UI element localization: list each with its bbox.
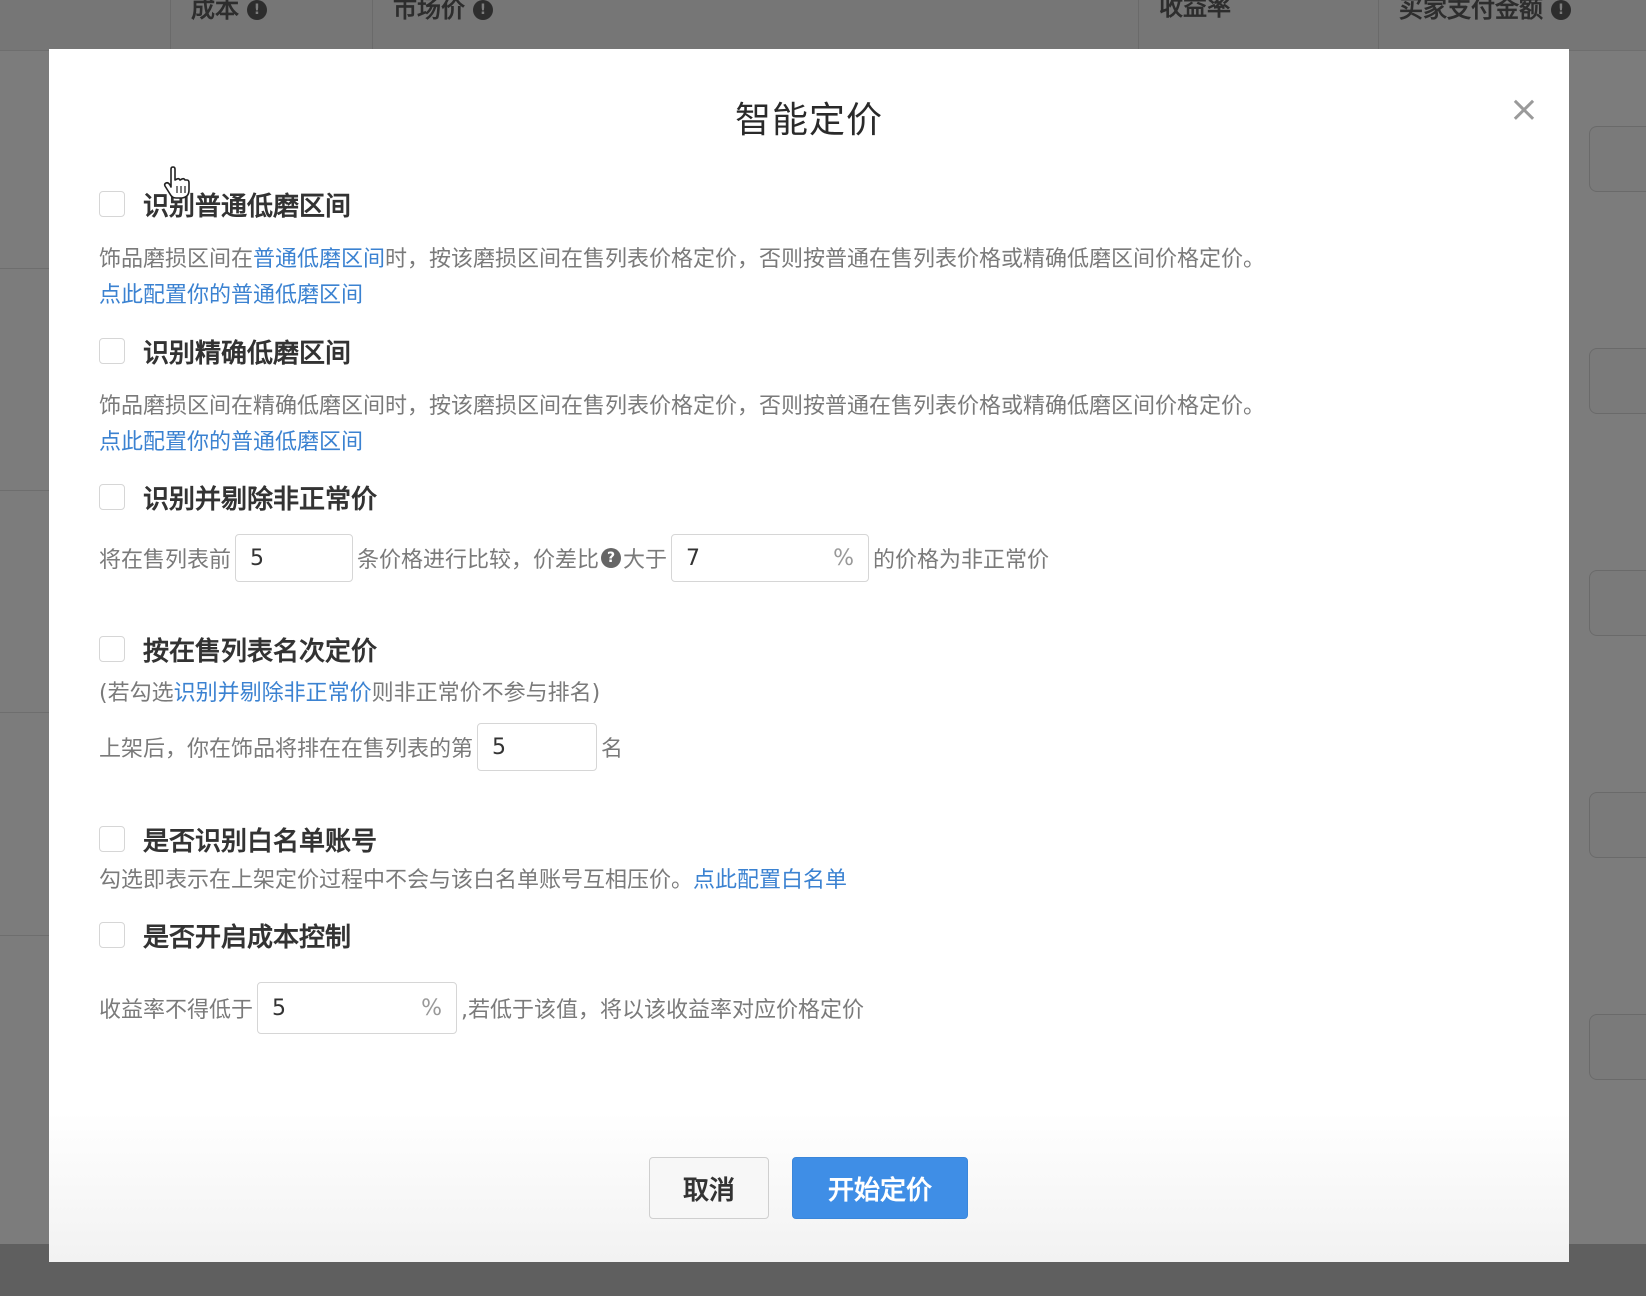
smart-pricing-dialog: 智能定价 × 识别普通低磨区间 饰品磨损区间在普通低磨区间时，按该磨损区间在售列… bbox=[49, 49, 1569, 1262]
checkbox-whitelist[interactable] bbox=[99, 826, 125, 852]
checkbox-cost-control[interactable] bbox=[99, 922, 125, 948]
option-rank-pricing[interactable]: 按在售列表名次定价 bbox=[99, 629, 377, 669]
option-label: 识别并剔除非正常价 bbox=[143, 484, 378, 515]
info-icon: ! bbox=[1551, 0, 1571, 20]
bg-column-buyer-pay: 买家支付金额! bbox=[1378, 0, 1646, 50]
rank-input[interactable]: 5 bbox=[477, 723, 598, 771]
bg-divider bbox=[0, 268, 50, 269]
option-label: 按在售列表名次定价 bbox=[143, 636, 378, 667]
option-abnormal-price[interactable]: 识别并剔除非正常价 bbox=[99, 477, 377, 517]
option-label: 识别精确低磨区间 bbox=[143, 338, 352, 369]
config-precise-low-wear-link[interactable]: 点此配置你的普通低磨区间 bbox=[99, 425, 363, 461]
price-diff-percent-input[interactable]: 7 % bbox=[671, 534, 870, 582]
rank-pricing-settings: 上架后，你在饰品将排在在售列表的第 5 名 bbox=[99, 723, 623, 771]
checkbox-abnormal-price[interactable] bbox=[99, 484, 125, 510]
help-icon[interactable]: ? bbox=[601, 548, 622, 568]
close-icon[interactable]: × bbox=[1507, 92, 1541, 129]
bg-input-box bbox=[1589, 348, 1646, 414]
min-yield-input[interactable]: 5 % bbox=[257, 982, 458, 1034]
abnormal-price-link[interactable]: 识别并剔除非正常价 bbox=[174, 681, 372, 706]
info-icon: ! bbox=[473, 0, 493, 20]
option-label: 是否识别白名单账号 bbox=[143, 826, 378, 857]
checkbox-precise-low-wear[interactable] bbox=[99, 338, 125, 364]
bg-divider bbox=[0, 490, 50, 491]
bg-divider bbox=[0, 712, 50, 713]
abnormal-price-settings: 将在售列表前 5 条价格进行比较，价差比 ? 大于 7 % 的价格为非正常价 bbox=[99, 534, 1049, 582]
bg-column-market-price: 市场价! bbox=[372, 0, 1138, 50]
compare-count-input[interactable]: 5 bbox=[235, 534, 354, 582]
config-whitelist-link[interactable]: 点此配置白名单 bbox=[693, 868, 847, 893]
option-label: 是否开启成本控制 bbox=[143, 922, 352, 953]
option-normal-low-wear[interactable]: 识别普通低磨区间 bbox=[99, 184, 351, 224]
rank-pricing-note: (若勾选识别并剔除非正常价则非正常价不参与排名) bbox=[99, 681, 601, 706]
bg-column-yield: 收益率 bbox=[1138, 0, 1378, 50]
bg-input-box bbox=[1589, 570, 1646, 636]
bg-column-cost: 成本! bbox=[170, 0, 370, 50]
start-pricing-button[interactable]: 开始定价 bbox=[792, 1157, 968, 1219]
option-precise-low-wear[interactable]: 识别精确低磨区间 bbox=[99, 331, 351, 371]
percent-suffix: % bbox=[833, 545, 855, 571]
cost-control-settings: 收益率不得低于 5 % ,若低于该值，将以该收益率对应价格定价 bbox=[99, 982, 864, 1034]
checkbox-rank-pricing[interactable] bbox=[99, 636, 125, 662]
option-whitelist[interactable]: 是否识别白名单账号 bbox=[99, 819, 377, 859]
option-cost-control[interactable]: 是否开启成本控制 bbox=[99, 915, 351, 955]
background-table-header: 成本! 市场价! 收益率 买家支付金额! bbox=[0, 0, 1646, 51]
bg-input-box bbox=[1589, 126, 1646, 192]
normal-low-wear-link[interactable]: 普通低磨区间 bbox=[253, 247, 385, 272]
hand-cursor-icon bbox=[163, 166, 190, 199]
info-icon: ! bbox=[247, 0, 267, 20]
bg-input-box bbox=[1589, 1014, 1646, 1080]
bg-input-box bbox=[1589, 792, 1646, 858]
bg-divider bbox=[0, 935, 50, 936]
option-description: 饰品磨损区间在普通低磨区间时，按该磨损区间在售列表价格定价，否则按普通在售列表价… bbox=[99, 247, 1266, 272]
dialog-title: 智能定价 bbox=[734, 100, 883, 141]
option-description: 饰品磨损区间在精确低磨区间时，按该磨损区间在售列表价格定价，否则按普通在售列表价… bbox=[99, 394, 1266, 419]
cancel-button[interactable]: 取消 bbox=[649, 1157, 769, 1219]
checkbox-normal-low-wear[interactable] bbox=[99, 191, 125, 217]
config-normal-low-wear-link[interactable]: 点此配置你的普通低磨区间 bbox=[99, 278, 363, 314]
whitelist-description: 勾选即表示在上架定价过程中不会与该白名单账号互相压价。点此配置白名单 bbox=[99, 868, 848, 893]
percent-suffix: % bbox=[421, 995, 443, 1021]
